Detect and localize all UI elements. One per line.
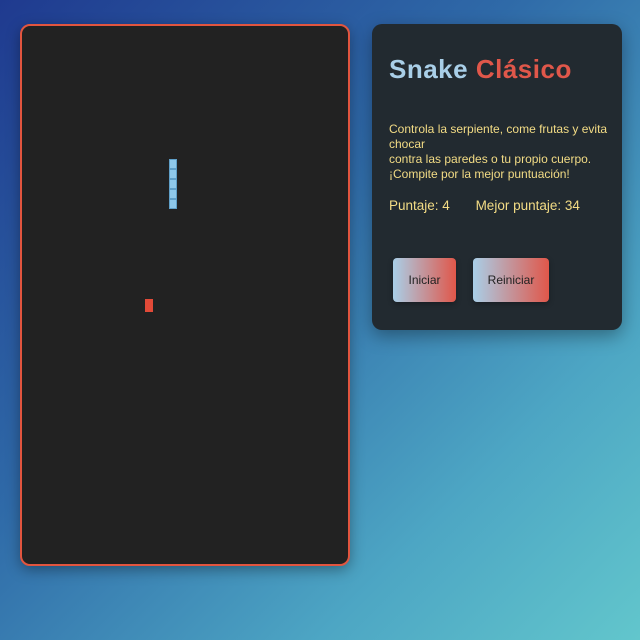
snake-segment [169, 169, 177, 179]
start-button[interactable]: Iniciar [393, 258, 456, 302]
description-line: contra las paredes o tu propio cuerpo. [389, 152, 592, 166]
snake-segment [169, 199, 177, 209]
snake-segment [169, 159, 177, 169]
fruit [145, 299, 153, 312]
game-title: Snake Clásico [389, 54, 572, 85]
reset-button[interactable]: Reiniciar [473, 258, 549, 302]
current-score: Puntaje: 4 [389, 198, 450, 213]
description-line: ¡Compite por la mejor puntuación! [389, 167, 570, 181]
description-line: Controla la serpiente, come frutas y evi… [389, 122, 608, 151]
score-row: Puntaje: 4 Mejor puntaje: 34 [389, 198, 580, 213]
snake-segment [169, 179, 177, 189]
game-board[interactable] [20, 24, 350, 566]
info-panel: Snake Clásico Controla la serpiente, com… [372, 24, 622, 330]
game-description: Controla la serpiente, come frutas y evi… [389, 122, 615, 182]
snake-segment [169, 189, 177, 199]
best-score: Mejor puntaje: 34 [475, 198, 580, 213]
title-part-snake: Snake [389, 54, 469, 84]
title-part-classic: Clásico [475, 54, 572, 84]
